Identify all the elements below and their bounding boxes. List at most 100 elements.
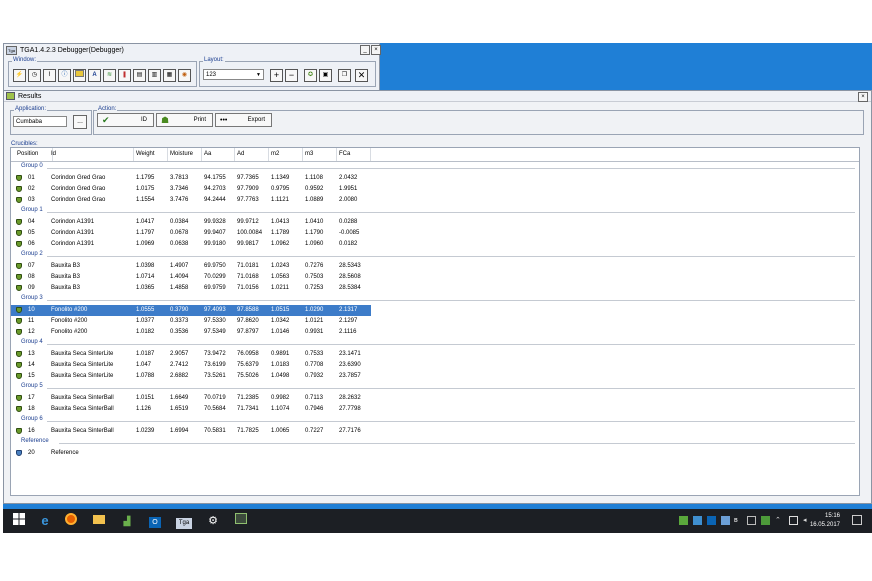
lightning-icon[interactable]: ⚡: [13, 69, 26, 82]
green-tray-icon[interactable]: [679, 516, 688, 525]
cell-position: 12: [28, 329, 35, 335]
window-icon[interactable]: ▣: [319, 69, 332, 82]
firefox-icon[interactable]: [63, 513, 79, 529]
document-list-icon[interactable]: ▦: [163, 69, 176, 82]
plus-icon[interactable]: +: [270, 69, 283, 82]
table-row[interactable]: 05 Corindon A1391 1.1797 0.0678 99.9407 100.0…: [11, 228, 371, 239]
cell-m2: 1.0065: [271, 428, 290, 434]
cell-m2: 1.1121: [271, 197, 289, 203]
layout-select[interactable]: 123 ▼: [203, 69, 264, 80]
table-row[interactable]: 11 Fonolito #200 1.0377 0.3373 97.5330 97.862…: [11, 316, 371, 327]
cell-m3: 1.0889: [305, 197, 324, 203]
green-app-tray-icon[interactable]: [761, 516, 770, 525]
blue-tray-icon[interactable]: [693, 516, 702, 525]
column-header-fca[interactable]: FCa: [337, 148, 371, 161]
column-header-position[interactable]: Position: [15, 148, 53, 161]
bluetooth-icon[interactable]: ʙ: [734, 516, 743, 525]
cell-m2: 1.0342: [271, 318, 290, 324]
column-header-ad[interactable]: Ad: [235, 148, 269, 161]
edge-icon[interactable]: e: [37, 513, 53, 529]
notification-icon[interactable]: [852, 515, 862, 525]
close-x-icon[interactable]: ✕: [355, 69, 368, 82]
cell-weight: 1.0175: [136, 186, 155, 192]
outlook-tray-icon[interactable]: [707, 516, 716, 525]
clock-icon[interactable]: ◷: [28, 69, 41, 82]
table-row[interactable]: 01 Corindon Gred Grao 1.1795 3.7813 94.1755 9…: [11, 173, 371, 184]
minimize-button[interactable]: _: [360, 45, 370, 55]
outlook-icon[interactable]: O: [147, 513, 163, 529]
settings-icon[interactable]: ⚙: [205, 513, 221, 529]
crucibles-table[interactable]: Position Id Weight Moisture Aa Ad m2 m3 …: [10, 147, 860, 496]
table-row[interactable]: 15 Bauxita Seca SinterLite 1.0788 2.6882 73.…: [11, 371, 371, 382]
chart-app-icon[interactable]: ▟: [119, 513, 135, 529]
table-row[interactable]: 20 Reference: [11, 448, 371, 459]
application-input[interactable]: Cumbaba: [13, 116, 67, 127]
page-icon[interactable]: ▤: [133, 69, 146, 82]
column-header-aa[interactable]: Aa: [202, 148, 235, 161]
export-button[interactable]: ••• Export: [215, 113, 272, 127]
print-button[interactable]: ☗ Print: [156, 113, 213, 127]
table-row[interactable]: 06 Corindon A1391 1.0969 0.0638 99.9180 99.98…: [11, 239, 371, 250]
display-icon[interactable]: [789, 516, 798, 525]
print-button-label: Print: [193, 117, 206, 123]
cell-moisture: 2.7412: [170, 362, 189, 368]
table-row[interactable]: 07 Bauxita B3 1.0398 1.4907 69.9750 71.0181 1.…: [11, 261, 371, 272]
minus-icon[interactable]: −: [285, 69, 298, 82]
gear-icon[interactable]: ✪: [304, 69, 317, 82]
cell-aa: 94.1755: [204, 175, 226, 181]
text-a-icon[interactable]: A: [88, 69, 101, 82]
tga-app-icon[interactable]: Tga: [175, 513, 193, 529]
cell-weight: 1.0365: [136, 285, 155, 291]
document-icon[interactable]: ▥: [148, 69, 161, 82]
tga-taskbar-label: Tga: [176, 518, 192, 529]
chevron-up-icon[interactable]: ⌃: [775, 516, 784, 525]
tga-monitor-icon[interactable]: [233, 513, 249, 529]
application-browse-button[interactable]: ...: [73, 115, 87, 129]
network-icon[interactable]: [747, 516, 756, 525]
cell-weight: 1.0151: [136, 395, 155, 401]
tga-app-icon: Tga: [6, 45, 17, 55]
table-row[interactable]: 17 Bauxita Seca SinterBall 1.0151 1.6649 70.…: [11, 393, 371, 404]
table-row[interactable]: 08 Bauxita B3 1.0714 1.4094 70.0299 71.0168 1.…: [11, 272, 371, 283]
system-clock[interactable]: 15:16 16.05.2017: [810, 512, 840, 530]
thermometer-icon[interactable]: ❚: [118, 69, 131, 82]
skype-tray-icon[interactable]: [721, 516, 730, 525]
chart-icon[interactable]: ⌇: [43, 69, 56, 82]
crucible-icon: [16, 230, 22, 236]
table-row[interactable]: 13 Bauxita Seca SinterLite 1.0187 2.9057 73.…: [11, 349, 371, 360]
column-header-moisture[interactable]: Moisture: [168, 148, 202, 161]
table-row[interactable]: 14 Bauxita Seca SinterLite 1.047 2.7412 73.6…: [11, 360, 371, 371]
table-row[interactable]: 04 Corindon A1391 1.0417 0.0384 99.9328 99.97…: [11, 217, 371, 228]
cell-aa: 99.9180: [204, 241, 226, 247]
close-button[interactable]: ×: [371, 45, 381, 55]
table-row[interactable]: 18 Bauxita Seca SinterBall 1.126 1.6519 70.5…: [11, 404, 371, 415]
column-header-id[interactable]: Id: [49, 148, 134, 161]
yellow-box-icon[interactable]: [73, 69, 86, 82]
cell-moisture: 1.4858: [170, 285, 189, 291]
crucible-icon: [16, 186, 22, 192]
table-row[interactable]: 02 Corindon Gred Grao 1.0175 3.7346 94.2703 9…: [11, 184, 371, 195]
cascade-icon[interactable]: ❐: [338, 69, 351, 82]
id-button[interactable]: ✔ ID: [97, 113, 154, 127]
column-header-weight[interactable]: Weight: [134, 148, 168, 161]
signal-icon[interactable]: ≋: [103, 69, 116, 82]
table-row[interactable]: 16 Bauxita Seca SinterBall 1.0239 1.6994 70.…: [11, 426, 371, 437]
info-icon[interactable]: ⓘ: [58, 69, 71, 82]
cell-ad: 97.8588: [237, 307, 259, 313]
cell-weight: 1.1554: [136, 197, 155, 203]
table-row[interactable]: 09 Bauxita B3 1.0365 1.4858 69.9759 71.0156 1.…: [11, 283, 371, 294]
gauge-icon[interactable]: ◉: [178, 69, 191, 82]
column-header-m2[interactable]: m2: [269, 148, 303, 161]
file-explorer-icon[interactable]: [91, 513, 107, 529]
table-row[interactable]: 10 Fonolito #200 1.0555 0.3790 97.4093 97.858…: [11, 305, 371, 316]
windows-logo-icon[interactable]: [11, 513, 27, 529]
column-header-m3[interactable]: m3: [303, 148, 337, 161]
group-header: Group 2: [11, 250, 859, 260]
debugger-titlebar[interactable]: Tga TGA1.4.2.3 Debugger(Debugger): [4, 44, 379, 56]
table-row[interactable]: 12 Fonolito #200 1.0182 0.3536 97.5349 97.879…: [11, 327, 371, 338]
results-title: Results: [18, 92, 42, 100]
group-divider: [59, 443, 855, 444]
results-close-button[interactable]: ×: [858, 92, 868, 102]
table-row[interactable]: 03 Corindon Gred Grao 1.1554 3.7476 94.2444 9…: [11, 195, 371, 206]
results-titlebar[interactable]: Results: [4, 91, 871, 102]
